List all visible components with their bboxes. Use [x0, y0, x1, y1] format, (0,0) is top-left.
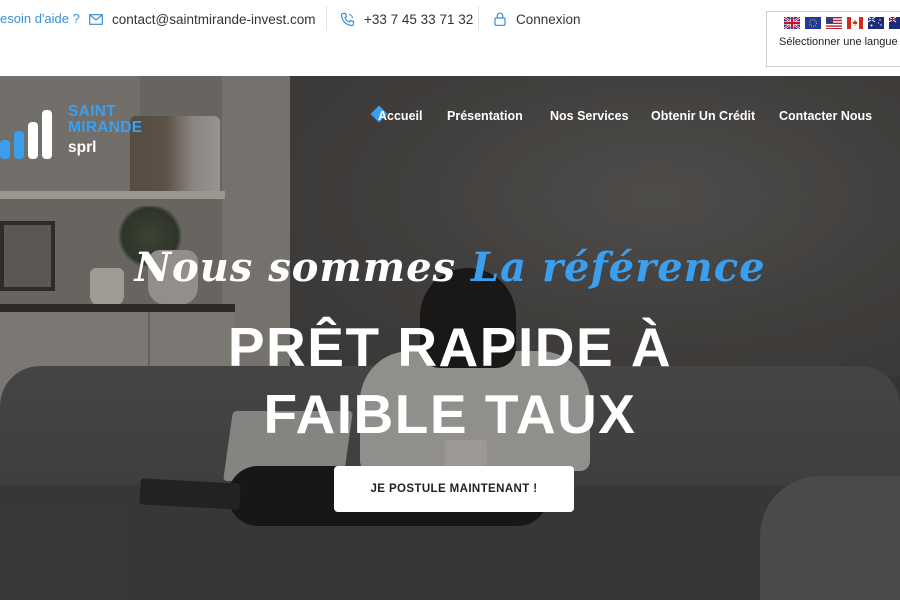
us-flag-icon[interactable]: [826, 17, 842, 29]
nav-item-presentation[interactable]: Présentation: [447, 109, 523, 123]
login-text: Connexion: [516, 11, 581, 27]
canada-flag-icon[interactable]: [847, 17, 863, 29]
nav-item-accueil[interactable]: Accueil: [378, 109, 422, 123]
tagline-part-2: La référence: [470, 244, 766, 291]
hero-tagline: Nous sommes La référence: [0, 244, 900, 291]
headline-line-2: FAIBLE TAUX: [263, 383, 637, 445]
mail-icon: [88, 12, 103, 27]
nav-item-obtenir-un-credit[interactable]: Obtenir Un Crédit: [651, 109, 755, 123]
nav-item-nos-services[interactable]: Nos Services: [550, 109, 629, 123]
help-text[interactable]: esoin d'aide ?: [0, 11, 80, 26]
email-text: contact@saintmirande-invest.com: [112, 11, 316, 27]
flag-list: [784, 17, 900, 29]
hero-headline: PRÊT RAPIDE À FAIBLE TAUX: [0, 314, 900, 448]
tagline-part-1: Nous sommes: [134, 244, 457, 291]
phone-icon: [340, 12, 355, 27]
login-link[interactable]: Connexion: [492, 10, 581, 28]
headline-line-1: PRÊT RAPIDE À: [227, 316, 673, 378]
new-zealand-flag-icon[interactable]: [889, 17, 900, 29]
phone-contact[interactable]: +33 7 45 33 71 32: [340, 10, 473, 28]
divider: [326, 6, 327, 30]
language-selector[interactable]: Sélectionner une langue: [766, 11, 900, 67]
logo-line-sprl: sprl: [68, 139, 97, 156]
apply-now-button[interactable]: JE POSTULE MAINTENANT !: [334, 466, 574, 512]
australia-flag-icon[interactable]: [868, 17, 884, 29]
main-nav: Accueil Présentation Nos Services Obteni…: [0, 109, 900, 129]
hero-section: SAINT MIRANDE sprl Accueil Présentation …: [0, 76, 900, 600]
language-label: Sélectionner une langue: [779, 36, 898, 48]
divider: [478, 6, 479, 30]
lock-icon: [492, 12, 507, 27]
nav-item-contacter-nous[interactable]: Contacter Nous: [779, 109, 872, 123]
uk-flag-icon[interactable]: [784, 17, 800, 29]
phone-text: +33 7 45 33 71 32: [364, 11, 474, 27]
top-bar: esoin d'aide ? contact@saintmirande-inve…: [0, 0, 900, 76]
email-contact[interactable]: contact@saintmirande-invest.com: [88, 10, 316, 28]
eu-flag-icon[interactable]: [805, 17, 821, 29]
